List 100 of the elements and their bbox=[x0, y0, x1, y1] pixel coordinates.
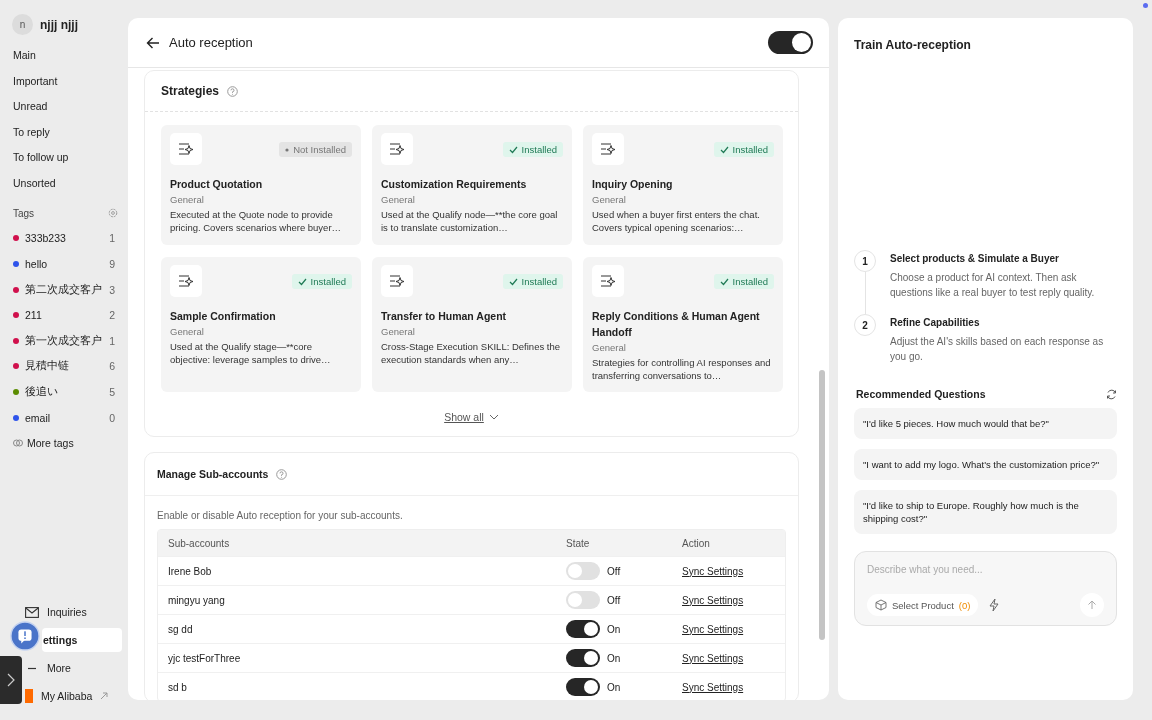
tag-count: 5 bbox=[109, 385, 115, 398]
section-title: Manage Sub-accounts bbox=[157, 468, 269, 480]
strategy-card[interactable]: Installed Sample Confirmation General Used at the Qualify stage—**core objective: leverage samples to drive… bbox=[161, 257, 361, 392]
tag-item[interactable]: 第二次成交客户 3 bbox=[0, 276, 128, 303]
message-input[interactable]: Describe what you need... bbox=[867, 564, 1104, 575]
arrow-up-icon bbox=[1087, 600, 1097, 610]
lightning-icon[interactable] bbox=[988, 598, 1001, 612]
strategy-icon bbox=[170, 133, 202, 165]
select-product-button[interactable]: Select Product (0) bbox=[867, 594, 979, 616]
strategy-card[interactable]: Installed Inquiry Opening General Used when a buyer first enters the chat. Covers typical opening scenarios:… bbox=[583, 125, 783, 245]
status-badge: Installed bbox=[713, 142, 774, 157]
strategy-title: Transfer to Human Agent bbox=[381, 309, 508, 324]
strategy-category: General bbox=[592, 194, 627, 205]
table-cell-text: sd b bbox=[168, 681, 188, 693]
tag-item[interactable]: email 0 bbox=[0, 404, 128, 431]
status-badge: Installed bbox=[291, 274, 352, 289]
strategy-icon bbox=[592, 133, 624, 165]
expand-tab[interactable] bbox=[0, 656, 22, 704]
panel-title: Train Auto-reception bbox=[854, 38, 972, 52]
strategy-card[interactable]: Installed Reply Conditions & Human Agent Handoff General Strategies for controlling AI responses and transferring conversations to… bbox=[583, 257, 783, 392]
folder-item[interactable]: Important bbox=[0, 68, 128, 95]
strategy-icon bbox=[592, 265, 624, 297]
status-badge: Installed bbox=[502, 274, 563, 289]
strategy-description: Strategies for controlling AI responses and transferring conversations to… bbox=[592, 356, 772, 382]
tag-item[interactable]: 333b233 1 bbox=[0, 225, 128, 252]
state-label: On bbox=[607, 652, 621, 664]
logo-icon bbox=[25, 689, 33, 703]
toggle-switch[interactable] bbox=[566, 591, 600, 609]
tag-count: 3 bbox=[109, 283, 115, 296]
toggle-switch[interactable] bbox=[768, 31, 813, 54]
page-title: Auto reception bbox=[169, 35, 254, 50]
sync-settings-link[interactable]: Sync Settings bbox=[682, 594, 744, 606]
state-label: Off bbox=[607, 594, 621, 606]
strategy-card[interactable]: Installed Customization Requirements General Used at the Qualify node—**the core goal is to translate customization… bbox=[372, 125, 572, 245]
sync-settings-link[interactable]: Sync Settings bbox=[682, 681, 744, 693]
toggle-switch[interactable] bbox=[566, 678, 600, 696]
nav-item[interactable]: More bbox=[25, 656, 122, 680]
folder-item[interactable]: Unread bbox=[0, 94, 128, 120]
folder-item[interactable]: Main bbox=[0, 43, 128, 69]
tags-icon bbox=[13, 439, 23, 448]
step-title: Refine Capabilities bbox=[890, 317, 981, 328]
strategy-category: General bbox=[592, 342, 627, 353]
tag-name: 211 bbox=[25, 309, 43, 322]
tag-count: 6 bbox=[109, 360, 115, 373]
tag-item[interactable]: 211 2 bbox=[0, 302, 128, 328]
tag-name: 第一次成交客户 bbox=[25, 333, 103, 348]
nav-item[interactable]: ettings bbox=[42, 628, 122, 652]
nav-item[interactable]: My Alibaba bbox=[25, 684, 122, 708]
folder-item[interactable]: To reply bbox=[0, 119, 128, 146]
tag-item[interactable]: 後追い 5 bbox=[0, 379, 128, 405]
status-badge: Not Installed bbox=[279, 142, 352, 157]
question-chip[interactable]: "I want to add my logo. What's the customization price?" bbox=[854, 449, 1117, 480]
column-header: State bbox=[566, 537, 591, 549]
more-tags-link[interactable]: More tags bbox=[27, 437, 74, 450]
tag-count: 1 bbox=[109, 334, 115, 347]
strategy-title: Inquiry Opening bbox=[592, 177, 674, 192]
status-badge: Installed bbox=[502, 142, 563, 157]
step-text: Adjust the AI's skills based on each response as you go. bbox=[890, 335, 1105, 364]
tag-item[interactable]: 第一次成交客户 1 bbox=[0, 327, 128, 354]
tag-name: hello bbox=[25, 257, 49, 270]
toggle-switch[interactable] bbox=[566, 562, 600, 580]
strategy-card[interactable]: Installed Transfer to Human Agent General Cross-Stage Execution SKILL: Defines the execution standards when any… bbox=[372, 257, 572, 392]
back-arrow-icon[interactable] bbox=[146, 36, 160, 49]
strategy-description: Used at the Qualify node—**the core goal is to translate customization… bbox=[381, 208, 559, 234]
nav-item[interactable]: Inquiries bbox=[25, 600, 122, 624]
strategy-icon bbox=[170, 265, 202, 297]
status-badge: Installed bbox=[713, 274, 774, 289]
folder-item[interactable]: Unsorted bbox=[0, 170, 128, 197]
user-name: njjj njjj bbox=[40, 17, 78, 32]
tag-name: 後追い bbox=[25, 384, 59, 399]
show-all-link[interactable]: Show all bbox=[444, 411, 499, 423]
tags-heading: Tags bbox=[13, 207, 35, 219]
strategy-card[interactable]: Not Installed Product Quotation General Executed at the Quote node to provide pricing. Covers scenarios where buyer… bbox=[161, 125, 361, 245]
cube-icon bbox=[875, 599, 887, 611]
strategy-category: General bbox=[381, 194, 416, 205]
table-cell-text: yjc testForThree bbox=[168, 652, 242, 664]
tag-count: 1 bbox=[109, 232, 115, 245]
tag-item[interactable]: hello 9 bbox=[0, 251, 128, 277]
strategy-icon bbox=[381, 133, 413, 165]
refresh-icon[interactable] bbox=[1106, 388, 1117, 400]
step-title: Select products & Simulate a Buyer bbox=[890, 253, 1060, 264]
sync-settings-link[interactable]: Sync Settings bbox=[682, 623, 744, 635]
table-cell-text: sg dd bbox=[168, 623, 194, 635]
strategy-description: Used at the Qualify stage—**core objective: leverage samples to drive… bbox=[170, 340, 332, 366]
state-label: Off bbox=[607, 565, 621, 577]
toggle-switch[interactable] bbox=[566, 649, 600, 667]
step-text: Choose a product for AI context. Then ask questions like a real buyer to test reply quality. bbox=[890, 271, 1096, 300]
sync-settings-link[interactable]: Sync Settings bbox=[682, 565, 744, 577]
sync-settings-link[interactable]: Sync Settings bbox=[682, 652, 744, 664]
question-chip[interactable]: "I'd like to ship to Europe. Roughly how much is the shipping cost?" bbox=[854, 490, 1117, 534]
folder-item[interactable]: To follow up bbox=[0, 145, 128, 171]
tag-count: 0 bbox=[109, 411, 115, 424]
chat-bubble-icon[interactable] bbox=[10, 621, 40, 651]
tag-item[interactable]: 見積中链 6 bbox=[0, 353, 128, 380]
question-chip[interactable]: "I'd like 5 pieces. How much would that be?" bbox=[854, 408, 1117, 439]
toggle-switch[interactable] bbox=[566, 620, 600, 638]
table-cell-text: mingyu yang bbox=[168, 594, 226, 606]
avatar[interactable]: n bbox=[12, 14, 33, 35]
tag-count: 9 bbox=[109, 257, 115, 270]
strategy-title: Reply Conditions & Human Agent Handoff bbox=[592, 309, 761, 340]
